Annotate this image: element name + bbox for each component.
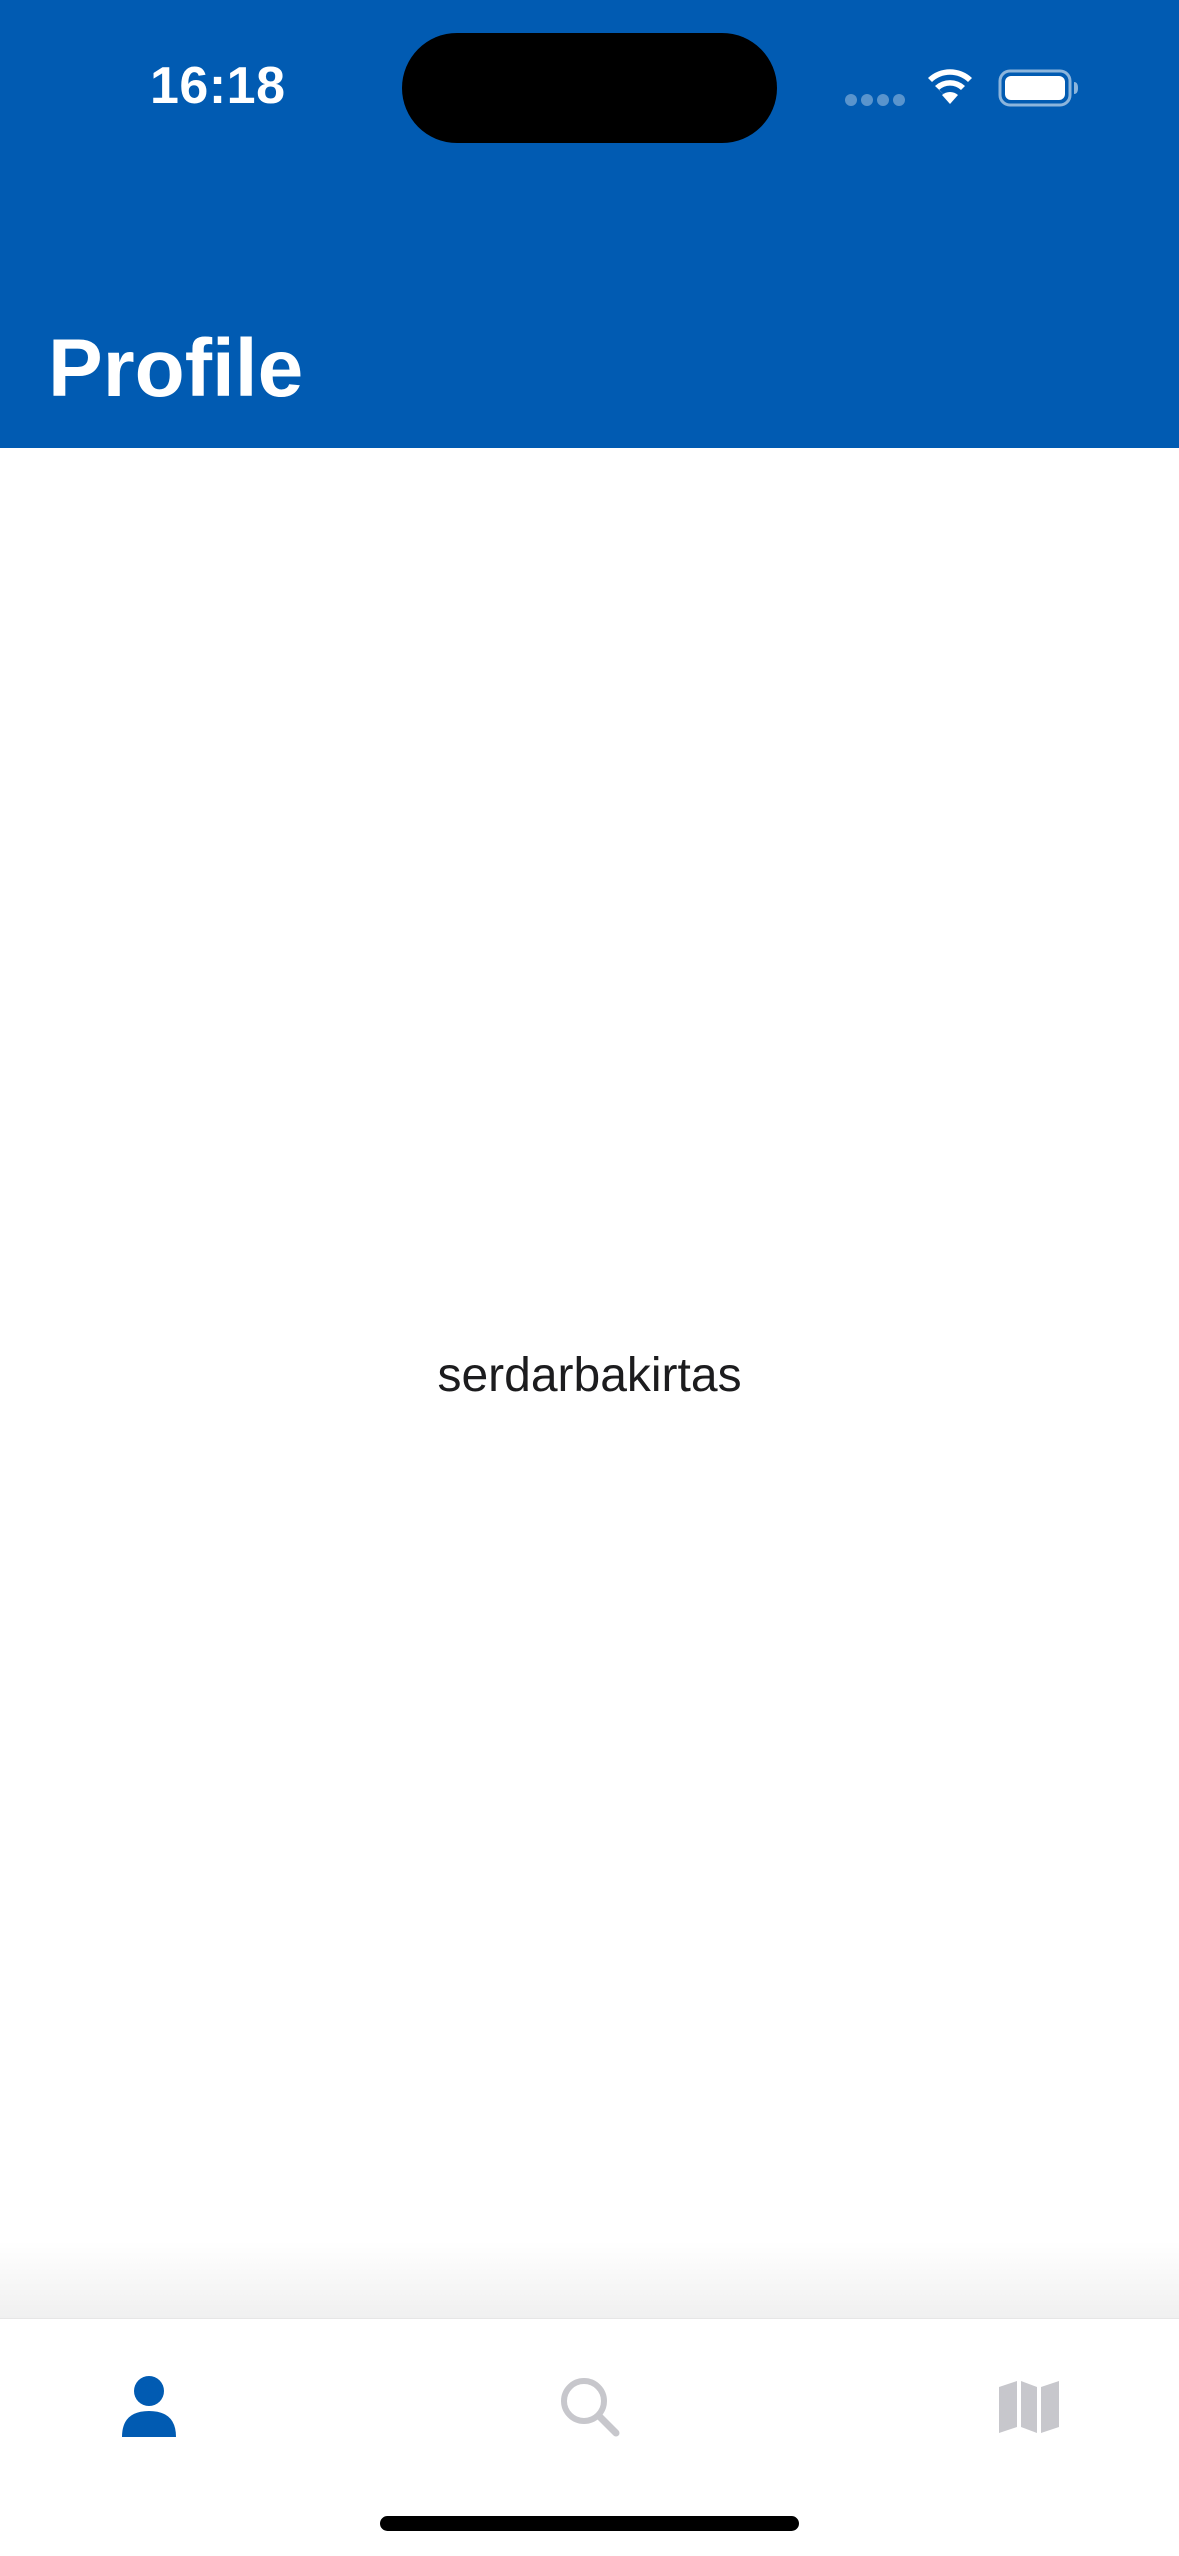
status-time: 16:18: [150, 57, 286, 115]
tabbar-shadow: [0, 2240, 1179, 2318]
person-icon: [122, 2376, 176, 2437]
screen: 16:18 Profile serdarbakirtas: [0, 0, 1179, 2556]
map-icon: [999, 2381, 1059, 2433]
home-indicator[interactable]: [380, 2516, 799, 2531]
tab-profile[interactable]: [89, 2357, 209, 2457]
search-icon: [561, 2378, 620, 2437]
tab-map[interactable]: [969, 2357, 1089, 2457]
battery-icon: [998, 69, 1078, 107]
page-title: Profile: [48, 323, 304, 414]
tab-search[interactable]: [530, 2357, 650, 2457]
signal-dots-icon: [845, 94, 905, 108]
navigation-header: 16:18 Profile: [0, 0, 1179, 448]
wifi-icon: [928, 69, 972, 104]
dynamic-island: [402, 33, 777, 143]
username-label: serdarbakirtas: [437, 1349, 742, 1402]
